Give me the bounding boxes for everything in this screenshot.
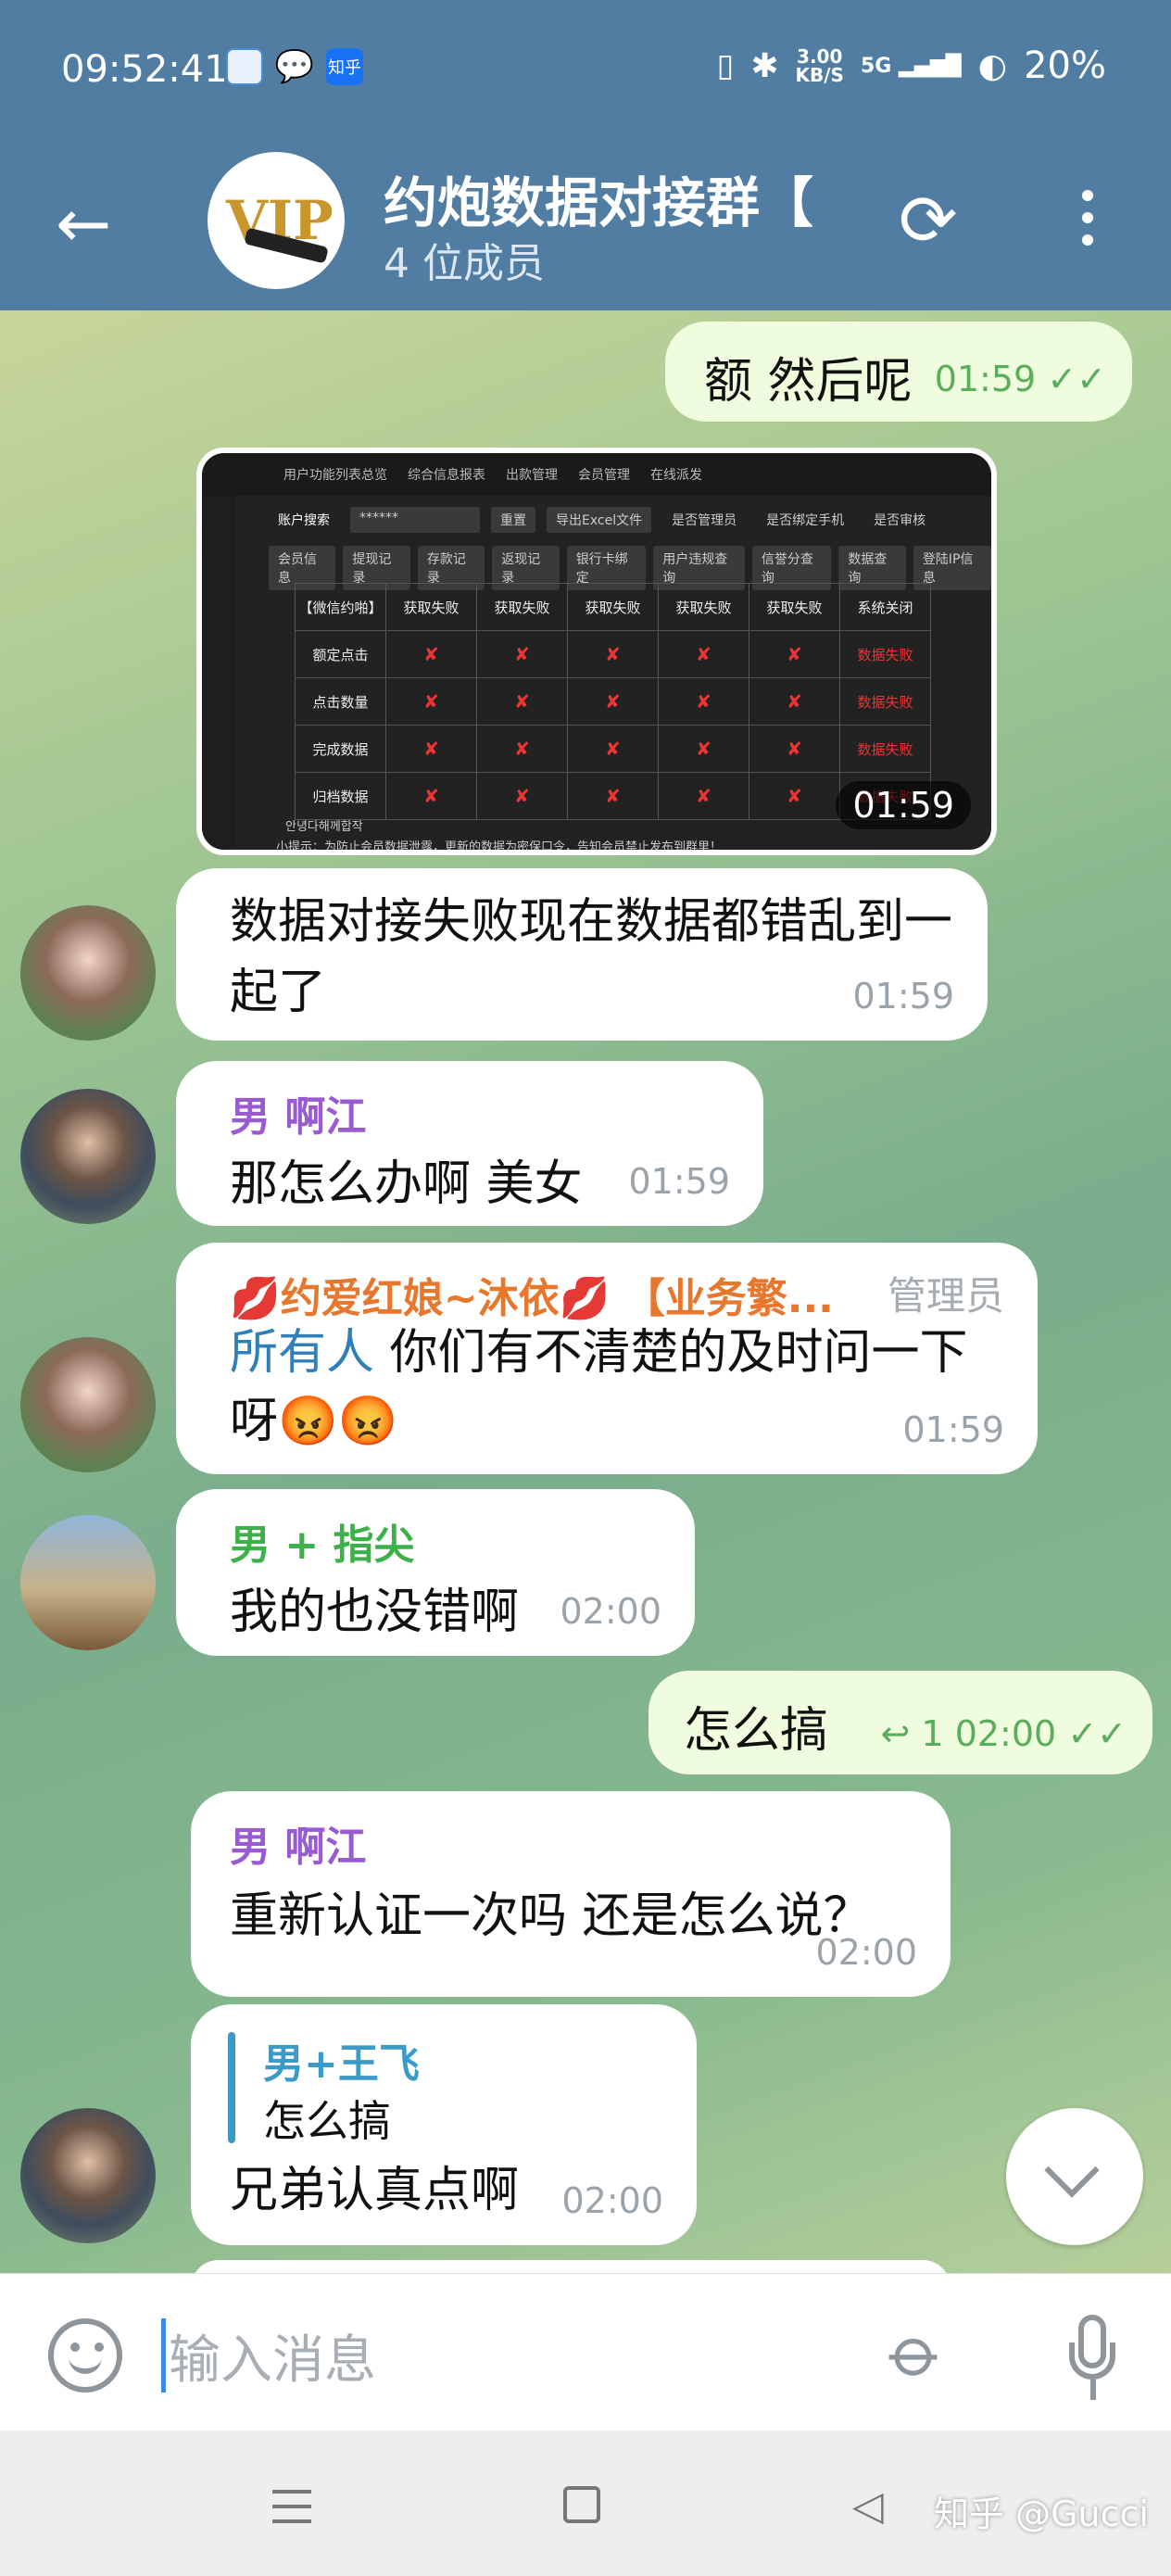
avatar-landscape[interactable] — [20, 1515, 156, 1650]
admin-badge: 管理员 — [887, 1273, 1004, 1319]
avatar-woman[interactable] — [20, 1337, 156, 1472]
message-time: 01:59 — [628, 1161, 730, 1202]
bluetooth-icon: ✱ — [750, 46, 779, 85]
status-bar: 09:52:41 💬 知乎 ▯ ✱ 3.00 KB/S 5G ▂▄▆█ ◐ 20… — [0, 0, 1171, 139]
message-outgoing[interactable]: 额 然后呢 01:59 ✓✓ — [665, 322, 1132, 422]
message-time: 01:59 — [902, 1409, 1004, 1450]
message-incoming[interactable]: 💋约爱红娘~沐依💋 【业务繁... 管理员 所有人 你们有不清楚的及时问一下呀😡… — [176, 1243, 1038, 1474]
avatar-woman[interactable] — [20, 905, 156, 1041]
group-avatar[interactable]: VIP — [208, 152, 345, 289]
message-incoming[interactable]: 男+王飞 怎么搞 兄弟认真点啊 02:00 — [191, 2004, 697, 2245]
signal-icon: 5G ▂▄▆█ — [860, 54, 962, 78]
attach-icon[interactable]: ⌀ — [874, 2308, 962, 2396]
screenshot-search-row: 账户搜索 ****** 重置 导出Excel文件 是否管理员 是否绑定手机 是否… — [269, 507, 935, 533]
message-time: 02:00 — [560, 1591, 661, 1632]
back-arrow-icon[interactable]: ← — [56, 190, 111, 257]
message-incoming[interactable]: 男 + 指尖 我的也没错啊 02:00 — [176, 1489, 695, 1656]
chat-header: ← VIP 约炮数据对接群【 4 位成员 ⟳ — [0, 139, 1171, 310]
message-time: 02:00 — [561, 2180, 663, 2221]
wechat-icon: 💬 — [274, 48, 315, 85]
reply-quote[interactable] — [228, 2032, 235, 2143]
message-outgoing[interactable]: 怎么搞 ↩ 1 02:00 ✓✓ — [648, 1671, 1152, 1774]
vibrate-icon: ▯ — [716, 47, 735, 84]
message-input[interactable]: 输入消息 — [169, 2318, 376, 2393]
nav-back-icon[interactable]: ◁ — [852, 2482, 884, 2530]
text-cursor — [161, 2318, 166, 2393]
avatar-man[interactable] — [20, 2108, 156, 2243]
message-list[interactable]: 额 然后呢 01:59 ✓✓ 用户功能列表总览 综合信息报表 出款管理 会员管理… — [0, 310, 1171, 2273]
message-input-bar: 输入消息 ⌀ — [0, 2273, 1171, 2431]
message-incoming[interactable]: 数据对接失败现在数据都错乱到一起了 01:59 — [176, 868, 988, 1041]
screenshot-table: 【微信约啪】 获取失败 获取失败 获取失败 获取失败 获取失败 系统关闭 额定点… — [295, 583, 931, 820]
message-time: 01:59 ✓✓ — [934, 359, 1106, 399]
more-menu-icon[interactable] — [1082, 190, 1097, 257]
battery-level: 20% — [1024, 44, 1106, 87]
reply-sender-name: 男+王飞 — [263, 2040, 420, 2088]
emoji-icon[interactable] — [48, 2318, 122, 2393]
battery-icon: ◐ — [977, 46, 1008, 85]
status-right: ▯ ✱ 3.00 KB/S 5G ▂▄▆█ ◐ 20% — [717, 44, 1106, 87]
screenshot-tabs: 用户功能列表总览 综合信息报表 出款管理 会员管理 在线派发 — [202, 453, 991, 496]
chat-title[interactable]: 约炮数据对接群【 — [384, 159, 865, 237]
scroll-down-button[interactable] — [1006, 2108, 1143, 2245]
sender-name[interactable]: 男 啊江 — [230, 1813, 366, 1873]
sender-name[interactable]: 男 + 指尖 — [230, 1511, 415, 1571]
image-time: 01:59 — [836, 781, 971, 829]
double-check-icon: ✓✓ — [1047, 359, 1106, 399]
refresh-icon[interactable]: ⟳ — [899, 185, 958, 256]
message-incoming[interactable]: 男 啊江 那怎么办啊 美女 01:59 — [176, 1061, 763, 1226]
home-icon[interactable] — [563, 2486, 600, 2523]
sender-name[interactable]: 💋约爱红娘~沐依💋 【业务繁... — [230, 1265, 834, 1324]
microphone-icon[interactable] — [1065, 2315, 1121, 2404]
message-time: 01:59 — [852, 976, 954, 1017]
avatar-man[interactable] — [20, 1089, 156, 1224]
net-speed: 3.00 KB/S — [795, 45, 844, 86]
message-time: ↩ 1 02:00 ✓✓ — [880, 1713, 1127, 1754]
message-incoming[interactable]: 男 啊江 重新认证一次吗 还是怎么说？ 02:00 — [191, 1791, 951, 1997]
zhihu-icon: 知乎 — [326, 48, 363, 85]
status-app-icons: 💬 知乎 — [226, 48, 363, 85]
status-time: 09:52:41 — [61, 48, 228, 91]
recents-icon[interactable] — [272, 2490, 311, 2534]
reply-arrow-icon: ↩ — [880, 1713, 911, 1754]
watermark: 知乎 @Gucci — [934, 2494, 1149, 2534]
member-count: 4 位成员 — [384, 240, 545, 287]
app-icon-1 — [226, 48, 263, 85]
message-time: 02:00 — [815, 1932, 917, 1973]
double-check-icon: ✓✓ — [1067, 1713, 1127, 1754]
message-incoming[interactable] — [191, 2260, 951, 2273]
mention-all[interactable]: 所有人 — [230, 1325, 374, 1381]
image-message[interactable]: 用户功能列表总览 综合信息报表 出款管理 会员管理 在线派发 账户搜索 ****… — [196, 448, 997, 855]
sender-name[interactable]: 男 啊江 — [230, 1083, 366, 1143]
